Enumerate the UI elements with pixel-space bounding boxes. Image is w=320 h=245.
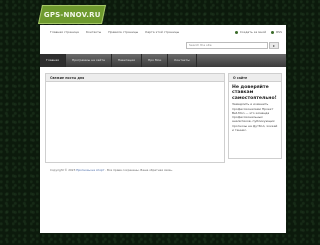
login-label: Создать за мной [239,30,267,34]
rss-icon [271,30,275,34]
main-content-box: Свежие посты дня [45,73,225,163]
nav-tab-contacts[interactable]: Контакты [168,54,197,67]
top-link-contacts[interactable]: Контакты [86,30,101,34]
login-link[interactable]: Создать за мной [234,30,267,34]
user-links: Создать за мной RSS [234,30,282,34]
site-logo-text: GPS-NNOV.RU [43,10,101,19]
user-icon [234,30,238,34]
page-container: Главная страница Контакты Правила страни… [40,25,286,233]
site-logo[interactable]: GPS-NNOV.RU [37,5,107,24]
top-link-rules[interactable]: Правила страницы [108,30,138,34]
top-bar: Главная страница Контакты Правила страни… [40,25,286,42]
nav-tab-about[interactable]: Про Мои [142,54,169,67]
top-link-sitemap[interactable]: Карта этой страницы [145,30,179,34]
sidebar-body: Не доверяйте ставкам самостоятельно! Зам… [229,82,281,135]
search-row: Search the site ▸ [40,42,286,52]
nav-tab-home[interactable]: Главная [40,54,66,67]
footer: Copyright © 2023 Прогнозы на спорт . Все… [50,168,173,172]
sidebar-header: О сайте [229,74,281,82]
nav-tab-navigation[interactable]: Навигация [112,54,142,67]
main-box-header: Свежие посты дня [46,74,224,82]
sidebar-title: Не доверяйте ставкам самостоятельно! [232,85,277,101]
search-button[interactable]: ▸ [269,42,279,49]
nav-tab-programs[interactable]: Программы на сайте [66,54,112,67]
sidebar-text: Замедлить и изменить профессионалами Про… [232,102,278,132]
top-links: Главная страница Контакты Правила страни… [50,30,179,34]
rss-label: RSS [276,30,282,34]
top-link-home[interactable]: Главная страница [50,30,79,34]
rss-link[interactable]: RSS [271,30,282,34]
search-input[interactable]: Search the site [186,42,268,49]
footer-suffix: . Все права сохранены. Ваша обратная свя… [105,168,173,172]
sidebar-box: О сайте Не доверяйте ставкам самостоятел… [228,73,282,159]
footer-link[interactable]: Прогнозы на спорт [76,168,104,172]
footer-copyright: Copyright © 2023 [50,168,76,172]
main-nav: Главная Программы на сайте Навигация Про… [40,54,286,67]
